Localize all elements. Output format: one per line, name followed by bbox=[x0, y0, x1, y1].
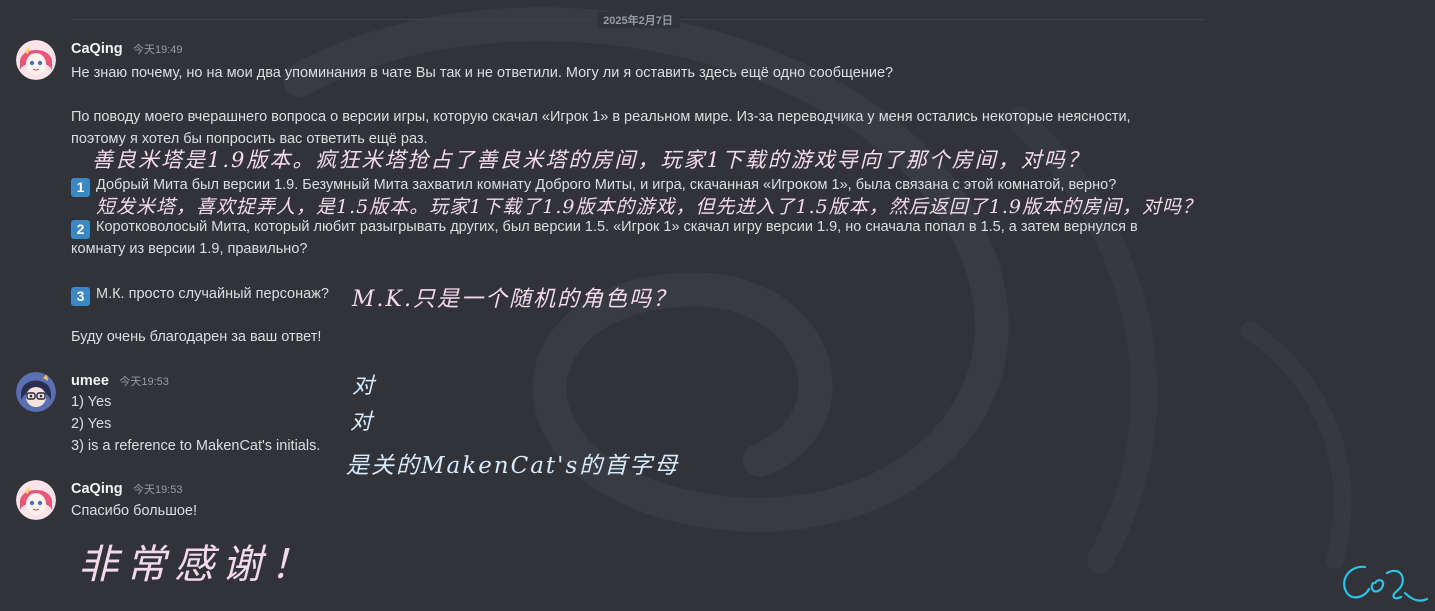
username[interactable]: umee bbox=[71, 373, 109, 389]
message-line: 3) is a reference to MakenCat's initials… bbox=[71, 438, 321, 454]
message-line: комнату из версии 1.9, правильно? bbox=[71, 241, 308, 257]
handwritten-annotation: 非常感谢！ bbox=[78, 542, 318, 588]
message-line: 1) Yes bbox=[71, 394, 112, 410]
keycap-3-icon: 3 bbox=[71, 287, 90, 306]
handwritten-annotation: 是关的MakenCat's的首字母 bbox=[346, 453, 680, 479]
handwritten-annotation: 善良米塔是1.9版本。疯狂米塔抢占了善良米塔的房间，玩家1下载的游戏导向了那个房… bbox=[92, 148, 1090, 172]
divider-date: 2025年2月7日 bbox=[597, 12, 679, 28]
message-header: CaQing 今天19:49 bbox=[71, 40, 183, 60]
signature-mark bbox=[1343, 565, 1429, 602]
umee-avatar-icon bbox=[16, 372, 56, 412]
message-header: umee 今天19:53 bbox=[71, 372, 169, 392]
message-line: 3 М.К. просто случайный персонаж? bbox=[71, 284, 329, 306]
message-header: CaQing 今天19:53 bbox=[71, 480, 183, 500]
message-line: По поводу моего вчерашнего вопроса о вер… bbox=[71, 109, 1131, 125]
avatar[interactable] bbox=[16, 480, 56, 520]
date-divider: 2025年2月7日 bbox=[72, 12, 1204, 28]
message-line: 2 Коротковолосый Мита, который любит разы… bbox=[71, 217, 1138, 239]
timestamp[interactable]: 今天19:53 bbox=[119, 376, 169, 388]
avatar[interactable] bbox=[16, 372, 56, 412]
caqing-avatar-icon bbox=[16, 480, 56, 520]
handwritten-annotation: M.K.只是一个随机的角色吗？ bbox=[352, 287, 677, 312]
timestamp[interactable]: 今天19:53 bbox=[133, 484, 183, 496]
message-line: Буду очень благодарен за ваш ответ! bbox=[71, 329, 322, 345]
username[interactable]: CaQing bbox=[71, 41, 123, 57]
timestamp[interactable]: 今天19:49 bbox=[133, 44, 183, 56]
avatar[interactable] bbox=[16, 40, 56, 80]
keycap-2-icon: 2 bbox=[71, 220, 90, 239]
chat-view: 2025年2月7日 CaQing 今天19:49 Не знаю почему,… bbox=[0, 0, 1435, 611]
username[interactable]: CaQing bbox=[71, 481, 123, 497]
message-line: Спасибо большое! bbox=[71, 503, 197, 519]
message-line: Не знаю почему, но на мои два упоминания… bbox=[71, 65, 894, 81]
message-line: 2) Yes bbox=[71, 416, 112, 432]
handwritten-annotation: 短发米塔，喜欢捉弄人，是1.5版本。玩家1下载了1.9版本的游戏，但先进入了1.… bbox=[96, 196, 1202, 218]
handwritten-annotation: 对 bbox=[352, 374, 377, 399]
caqing-avatar-icon bbox=[16, 40, 56, 80]
handwritten-annotation: 对 bbox=[350, 410, 375, 435]
message-caqing-1: CaQing 今天19:49 Не знаю почему, но на мои… bbox=[0, 40, 1210, 350]
message-caqing-2: CaQing 今天19:53 Спасибо большое! 非常感谢！ bbox=[0, 480, 1210, 600]
keycap-1-icon: 1 bbox=[71, 178, 90, 197]
